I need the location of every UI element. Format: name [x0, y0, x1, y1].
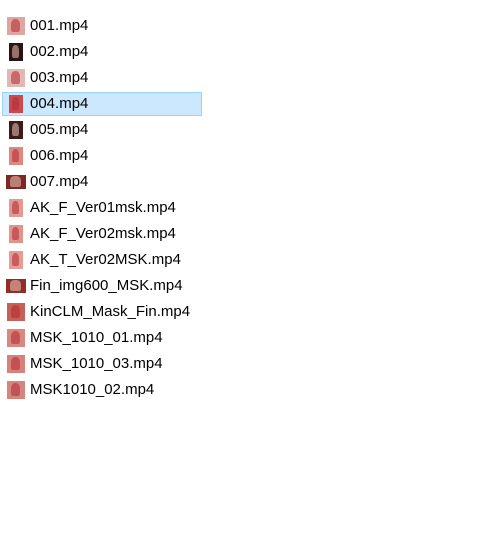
file-name: 005.mp4 — [30, 121, 89, 138]
file-item[interactable]: AK_F_Ver02msk.mp4 — [2, 222, 202, 246]
file-name: 001.mp4 — [30, 17, 89, 34]
file-name: MSK_1010_01.mp4 — [30, 329, 163, 346]
video-thumbnail-icon — [6, 279, 26, 293]
file-item[interactable]: 005.mp4 — [2, 118, 202, 142]
file-item[interactable]: AK_T_Ver02MSK.mp4 — [2, 248, 202, 272]
file-name: 002.mp4 — [30, 43, 89, 60]
file-name: KinCLM_Mask_Fin.mp4 — [30, 303, 191, 320]
file-name: 003.mp4 — [30, 69, 89, 86]
file-name: MSK1010_02.mp4 — [30, 381, 155, 398]
video-thumbnail-icon — [9, 95, 23, 113]
video-thumbnail-icon — [9, 251, 23, 269]
video-thumbnail-icon — [7, 329, 25, 347]
file-name: Fin_img600_MSK.mp4 — [30, 277, 183, 294]
file-name: AK_F_Ver02msk.mp4 — [30, 225, 176, 242]
file-item[interactable]: 002.mp4 — [2, 40, 202, 64]
file-item[interactable]: 003.mp4 — [2, 66, 202, 90]
video-thumbnail-icon — [6, 175, 26, 189]
file-name: AK_T_Ver02MSK.mp4 — [30, 251, 181, 268]
file-item[interactable]: 007.mp4 — [2, 170, 202, 194]
file-list: 001.mp4 002.mp4 003.mp4 004.mp4 005.mp4 006.m… — [2, 14, 202, 404]
video-thumbnail-icon — [7, 355, 25, 373]
file-name: 004.mp4 — [30, 95, 89, 112]
file-item[interactable]: MSK1010_02.mp4 — [2, 378, 202, 402]
video-thumbnail-icon — [9, 121, 23, 139]
file-item[interactable]: 004.mp4 — [2, 92, 202, 116]
file-name: 007.mp4 — [30, 173, 89, 190]
file-item[interactable]: Fin_img600_MSK.mp4 — [2, 274, 202, 298]
file-name: MSK_1010_03.mp4 — [30, 355, 163, 372]
video-thumbnail-icon — [7, 303, 25, 321]
video-thumbnail-icon — [7, 381, 25, 399]
video-thumbnail-icon — [7, 17, 25, 35]
file-name: AK_F_Ver01msk.mp4 — [30, 199, 176, 216]
video-thumbnail-icon — [9, 199, 23, 217]
file-item[interactable]: KinCLM_Mask_Fin.mp4 — [2, 300, 202, 324]
file-item[interactable]: 006.mp4 — [2, 144, 202, 168]
video-thumbnail-icon — [7, 69, 25, 87]
video-thumbnail-icon — [9, 43, 23, 61]
file-item[interactable]: 001.mp4 — [2, 14, 202, 38]
video-thumbnail-icon — [9, 225, 23, 243]
file-item[interactable]: MSK_1010_03.mp4 — [2, 352, 202, 376]
file-name: 006.mp4 — [30, 147, 89, 164]
file-item[interactable]: MSK_1010_01.mp4 — [2, 326, 202, 350]
video-thumbnail-icon — [9, 147, 23, 165]
file-item[interactable]: AK_F_Ver01msk.mp4 — [2, 196, 202, 220]
